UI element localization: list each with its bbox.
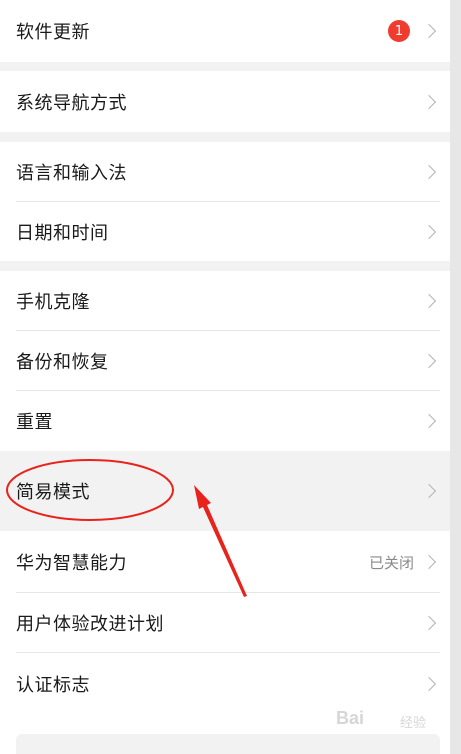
section-gap [0, 261, 450, 271]
watermark-logo: Bai [336, 708, 365, 728]
section-gap [0, 62, 450, 71]
settings-item-phone-clone[interactable]: 手机克隆 [0, 271, 450, 331]
settings-item-label: 用户体验改进计划 [16, 614, 164, 635]
settings-item-system-navigation[interactable]: 系统导航方式 [0, 71, 450, 132]
bottom-card [16, 734, 440, 754]
settings-item-label: 手机克隆 [16, 292, 90, 313]
chevron-right-icon [421, 23, 437, 39]
chevron-right-icon [421, 676, 437, 692]
section-gap [0, 132, 450, 142]
chevron-right-icon [421, 554, 437, 570]
settings-item-label: 备份和恢复 [16, 352, 109, 373]
settings-screen: 软件更新 1 系统导航方式 语言和输入法 日期和时间 手机克隆 备份和恢复 重置 [0, 0, 450, 754]
settings-item-certification[interactable]: 认证标志 [0, 653, 450, 715]
chevron-right-icon [421, 615, 437, 631]
settings-item-simple-mode[interactable]: 简易模式 [0, 451, 450, 531]
chevron-right-icon [421, 353, 437, 369]
settings-item-label: 系统导航方式 [16, 92, 127, 114]
settings-item-label: 语言和输入法 [16, 163, 127, 184]
settings-item-date-time[interactable]: 日期和时间 [0, 202, 450, 261]
chevron-right-icon [421, 164, 437, 180]
chevron-right-icon [421, 94, 437, 109]
settings-item-reset[interactable]: 重置 [0, 391, 450, 451]
settings-item-label: 简易模式 [16, 482, 90, 503]
settings-item-label: 软件更新 [16, 22, 90, 43]
settings-item-label: 认证标志 [16, 675, 90, 696]
settings-item-backup-restore[interactable]: 备份和恢复 [0, 331, 450, 391]
chevron-right-icon [421, 224, 437, 239]
update-count-badge: 1 [388, 20, 410, 42]
settings-item-huawei-smart[interactable]: 华为智慧能力 已关闭 [0, 531, 450, 593]
settings-item-label: 华为智慧能力 [16, 553, 127, 574]
settings-item-label: 日期和时间 [16, 222, 109, 244]
chevron-right-icon [421, 413, 437, 429]
settings-item-label: 重置 [16, 412, 53, 433]
chevron-right-icon [421, 483, 437, 499]
status-value: 已关闭 [368, 553, 414, 572]
screen-edge [450, 0, 461, 754]
chevron-right-icon [421, 293, 437, 309]
settings-item-user-experience[interactable]: 用户体验改进计划 [0, 593, 450, 653]
settings-item-language-input[interactable]: 语言和输入法 [0, 142, 450, 202]
settings-item-software-update[interactable]: 软件更新 1 [0, 0, 450, 62]
watermark-text: 经验 [400, 715, 427, 730]
